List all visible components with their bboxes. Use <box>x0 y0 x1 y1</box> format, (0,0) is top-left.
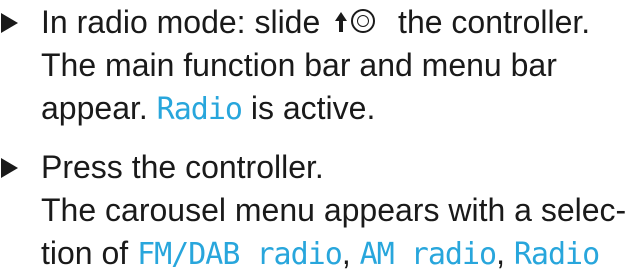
menu-item-radio-label: Radio <box>156 92 243 127</box>
menu-item-radio-text-label: Radio <box>513 237 600 272</box>
bullet-triangle-icon <box>1 158 18 178</box>
result-text: is active. <box>250 90 376 126</box>
separator-text: , <box>341 235 351 271</box>
result-line: The main function bar and menu bar <box>0 44 630 87</box>
menu-item-fm-dab-radio-label: FM/DAB radio <box>137 237 343 272</box>
result-text: The carousel menu appears with a selec- <box>41 192 627 228</box>
instruction-step-press: Press the controller. The carousel menu … <box>0 146 630 275</box>
step-line: In radio mode: slide the controller. <box>0 1 630 44</box>
result-text: tion of <box>41 235 129 271</box>
controller-knob-icon <box>351 9 376 33</box>
step-line: Press the controller. <box>0 146 630 189</box>
result-line: appear. Radio is active. <box>0 87 630 130</box>
instruction-step-slide: In radio mode: slide the controller. The… <box>0 1 630 130</box>
bullet-triangle-icon <box>1 13 18 33</box>
step-text: Press the controller. <box>41 149 324 185</box>
result-line: The carousel menu appears with a selec- <box>0 189 630 232</box>
step-text: the controller. <box>398 4 591 40</box>
arrow-up-icon <box>335 12 348 32</box>
controller-slide-up-icon <box>333 7 385 37</box>
separator-text: , <box>496 235 505 271</box>
result-line: tion of FM/DAB radio, AM radio, Radio <box>0 232 630 275</box>
result-text: The main function bar and menu bar <box>41 47 557 83</box>
step-text: In radio mode: slide <box>41 4 321 40</box>
result-text: appear. <box>41 90 148 126</box>
menu-item-am-radio-label: AM radio <box>359 237 497 272</box>
